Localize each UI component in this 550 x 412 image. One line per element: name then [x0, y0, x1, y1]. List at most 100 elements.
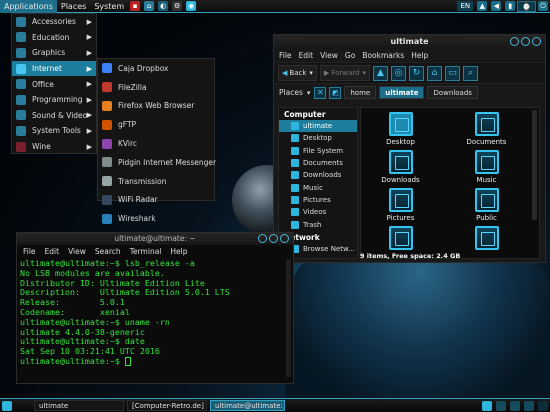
menu-file[interactable]: File — [279, 51, 292, 60]
menu-item-gftp[interactable]: gFTP — [98, 115, 214, 134]
back-arrow-icon: ◀ — [282, 69, 288, 77]
location-toggle-icon[interactable]: ◩ — [329, 86, 342, 99]
forward-button[interactable]: ▶ Forward ▾ — [319, 65, 370, 81]
submenu-arrow-icon: ▶ — [86, 95, 92, 104]
menu-item-graphics[interactable]: Graphics ▶ — [12, 45, 96, 61]
battery-icon[interactable]: ▮ — [505, 1, 516, 11]
sidebar-item-videos[interactable]: Videos — [279, 206, 357, 218]
clock-widget[interactable]: ⌚ — [517, 0, 536, 12]
folder-videos[interactable] — [459, 226, 514, 252]
file-manager-titlebar[interactable]: ultimate — [274, 35, 545, 49]
menu-file[interactable]: File — [23, 247, 36, 256]
close-sidebar-icon[interactable]: ✕ — [314, 86, 327, 99]
system-menu[interactable]: System — [90, 0, 128, 13]
workspace-3-icon[interactable] — [510, 400, 520, 411]
folder-templates[interactable] — [373, 226, 428, 252]
menu-item-system-tools[interactable]: System Tools ▶ — [12, 123, 96, 139]
sidebar-item-pictures[interactable]: Pictures — [279, 194, 357, 206]
close-button[interactable] — [280, 234, 289, 243]
folder-desktop[interactable]: Desktop — [373, 112, 428, 146]
menu-help[interactable]: Help — [411, 51, 428, 60]
computer-icon[interactable]: ▭ — [444, 65, 460, 81]
menu-search[interactable]: Search — [95, 247, 121, 256]
menu-item-internet[interactable]: Internet ▶ — [12, 60, 96, 77]
menu-item-programming[interactable]: Programming ▶ — [12, 92, 96, 108]
workspace-2-icon[interactable] — [496, 400, 506, 411]
browser-launcher-icon[interactable]: ◐ — [158, 1, 169, 11]
chevron-down-icon[interactable]: ▾ — [307, 89, 311, 97]
menu-item-caja-dropbox[interactable]: Caja Dropbox — [98, 59, 214, 78]
menu-view[interactable]: View — [320, 51, 338, 60]
volume-icon[interactable]: ◀ — [491, 1, 502, 11]
terminal-launcher-icon[interactable]: ▪ — [130, 1, 141, 11]
stop-icon[interactable]: ◎ — [390, 65, 406, 81]
breadcrumb-home[interactable]: home — [344, 86, 377, 99]
power-icon[interactable]: ⏻ — [538, 1, 548, 11]
menu-item-wifi-radar[interactable]: WiFi Radar — [98, 191, 214, 210]
downloads-folder-icon — [388, 150, 413, 174]
menu-bookmarks[interactable]: Bookmarks — [362, 51, 404, 60]
taskbar-item-file-manager[interactable]: ultimate — [34, 400, 124, 411]
sidebar-item-desktop[interactable]: Desktop — [279, 132, 357, 144]
sidebar-item-downloads[interactable]: Downloads — [279, 169, 357, 181]
menu-terminal[interactable]: Terminal — [130, 247, 162, 256]
menu-item-transmission[interactable]: Transmission — [98, 172, 214, 191]
show-desktop-icon[interactable] — [2, 400, 12, 411]
minimize-button[interactable] — [510, 37, 519, 46]
back-button[interactable]: ◀ Back ▾ — [278, 65, 317, 81]
applications-menu[interactable]: Applications — [0, 0, 57, 13]
keyboard-layout-icon[interactable]: EN — [457, 1, 474, 11]
terminal-output[interactable]: ultimate@ultimate:~$ lsb_release -a No LS… — [17, 257, 293, 369]
sidebar-item-music[interactable]: Music — [279, 181, 357, 193]
menu-go[interactable]: Go — [345, 51, 355, 60]
reload-icon[interactable]: ↻ — [408, 65, 424, 81]
menu-item-accessories[interactable]: Accessories ▶ — [12, 14, 96, 30]
menu-view[interactable]: View — [68, 247, 86, 256]
network-icon[interactable]: ▲ — [477, 1, 488, 11]
menu-item-firefox[interactable]: Firefox Web Browser — [98, 97, 214, 116]
folder-pictures[interactable]: Pictures — [373, 188, 428, 222]
folder-public[interactable]: Public — [459, 188, 514, 222]
folder-downloads[interactable]: Downloads — [373, 150, 428, 184]
menu-item-office[interactable]: Office ▶ — [12, 76, 96, 92]
file-view-scrollbar[interactable] — [532, 110, 537, 220]
workspace-4-icon[interactable] — [524, 400, 534, 411]
terminal-titlebar[interactable]: ultimate@ultimate: ~ — [17, 233, 293, 245]
menu-help[interactable]: Help — [170, 247, 187, 256]
search-icon[interactable]: ⌕ — [462, 65, 478, 81]
sidebar-item-ultimate[interactable]: ultimate — [279, 120, 357, 133]
home-icon[interactable]: ⌂ — [426, 65, 442, 81]
media-launcher-icon[interactable]: ◉ — [186, 1, 197, 11]
up-icon[interactable]: ▲ — [372, 65, 388, 81]
terminal-scrollbar[interactable] — [286, 259, 291, 377]
menu-item-kvirc[interactable]: KVirc — [98, 134, 214, 153]
menu-item-filezilla[interactable]: FileZilla — [98, 78, 214, 97]
home-folder-icon[interactable]: ⌂ — [144, 1, 155, 11]
menu-item-wireshark[interactable]: Wireshark — [98, 209, 214, 228]
breadcrumb-ultimate[interactable]: ultimate — [379, 86, 425, 99]
menu-edit[interactable]: Edit — [299, 51, 314, 60]
menu-item-wine[interactable]: Wine ▶ — [12, 139, 96, 155]
sidebar-item-documents[interactable]: Documents — [279, 157, 357, 169]
folder-documents[interactable]: Documents — [459, 112, 514, 146]
maximize-button[interactable] — [269, 234, 278, 243]
settings-launcher-icon[interactable]: ⚙ — [172, 1, 183, 11]
breadcrumb-downloads[interactable]: Downloads — [427, 86, 478, 99]
taskbar-item-terminal[interactable]: ultimate@ultimate: ... — [210, 400, 285, 411]
places-menu[interactable]: Places — [57, 0, 90, 13]
submenu-arrow-icon: ▶ — [86, 33, 92, 42]
places-label[interactable]: Places — [279, 88, 303, 97]
workspace-1-icon[interactable] — [482, 400, 492, 411]
maximize-button[interactable] — [521, 37, 530, 46]
close-button[interactable] — [532, 37, 541, 46]
sidebar-item-file-system[interactable]: File System — [279, 145, 357, 157]
folder-music[interactable]: Music — [459, 150, 514, 184]
trash-icon[interactable] — [538, 400, 548, 411]
minimize-button[interactable] — [258, 234, 267, 243]
menu-item-pidgin[interactable]: Pidgin Internet Messenger — [98, 153, 216, 172]
taskbar-item-browser[interactable]: [Computer-Retro.de] ... — [127, 400, 207, 411]
menu-item-sound-video[interactable]: Sound & Video ▶ — [12, 108, 96, 124]
menu-item-education[interactable]: Education ▶ — [12, 30, 96, 46]
sidebar-item-trash[interactable]: Trash — [279, 218, 357, 230]
menu-edit[interactable]: Edit — [45, 247, 60, 256]
